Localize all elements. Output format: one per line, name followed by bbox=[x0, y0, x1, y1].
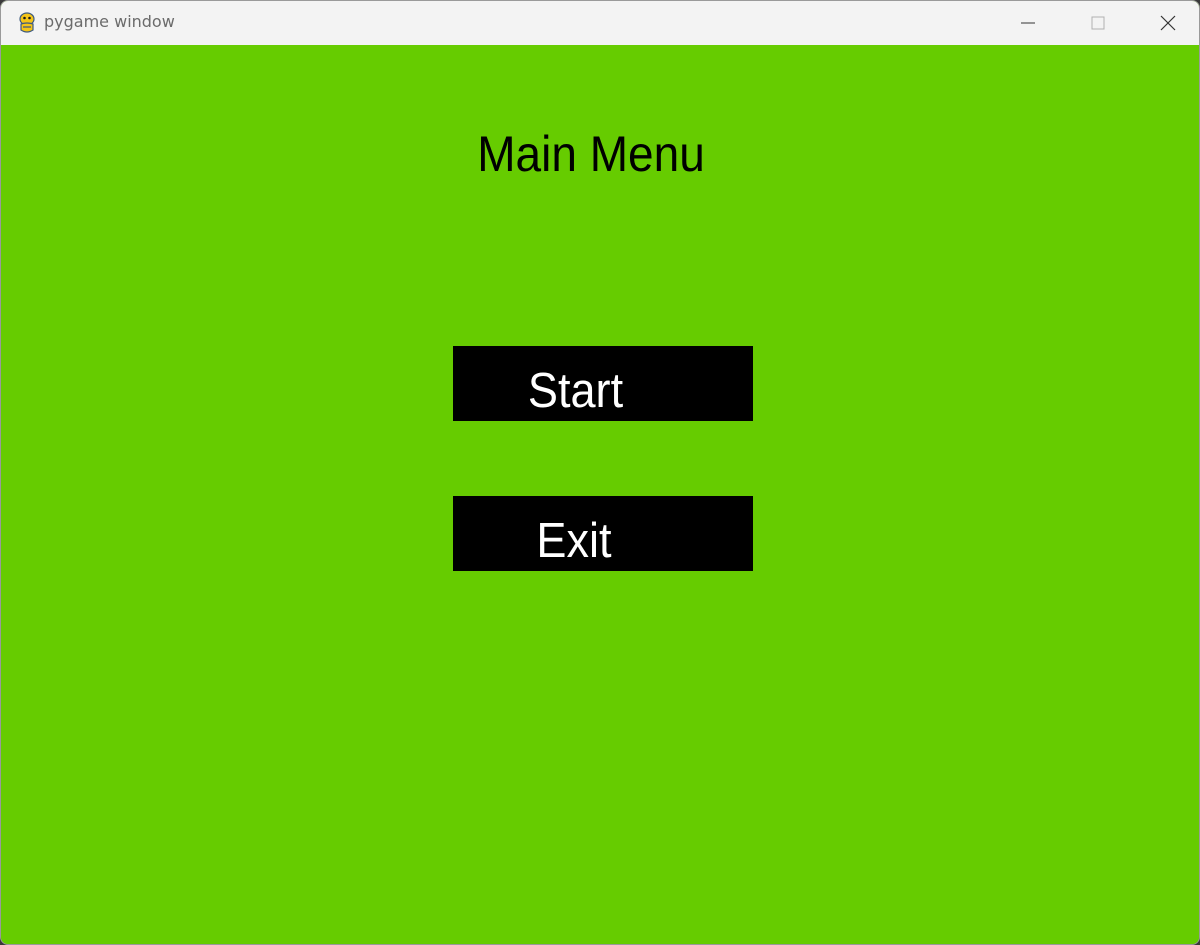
close-button[interactable] bbox=[1133, 1, 1199, 45]
minimize-button[interactable] bbox=[993, 1, 1063, 45]
exit-button[interactable]: Exit bbox=[453, 496, 753, 571]
close-icon bbox=[1160, 15, 1176, 31]
page-title: Main Menu bbox=[477, 126, 705, 182]
title-bar[interactable]: pygame window bbox=[1, 1, 1199, 45]
start-button-label: Start bbox=[527, 364, 624, 418]
game-canvas[interactable]: Main Menu Start Exit bbox=[1, 45, 1199, 944]
pygame-snake-icon bbox=[16, 11, 38, 35]
window-title: pygame window bbox=[44, 12, 175, 31]
maximize-icon bbox=[1091, 16, 1105, 30]
maximize-button[interactable] bbox=[1063, 1, 1133, 45]
pygame-window: pygame window Main Menu Start Exit bbox=[0, 0, 1200, 945]
start-button[interactable]: Start bbox=[453, 346, 753, 421]
exit-button-label: Exit bbox=[536, 514, 612, 568]
minimize-icon bbox=[1021, 22, 1035, 24]
